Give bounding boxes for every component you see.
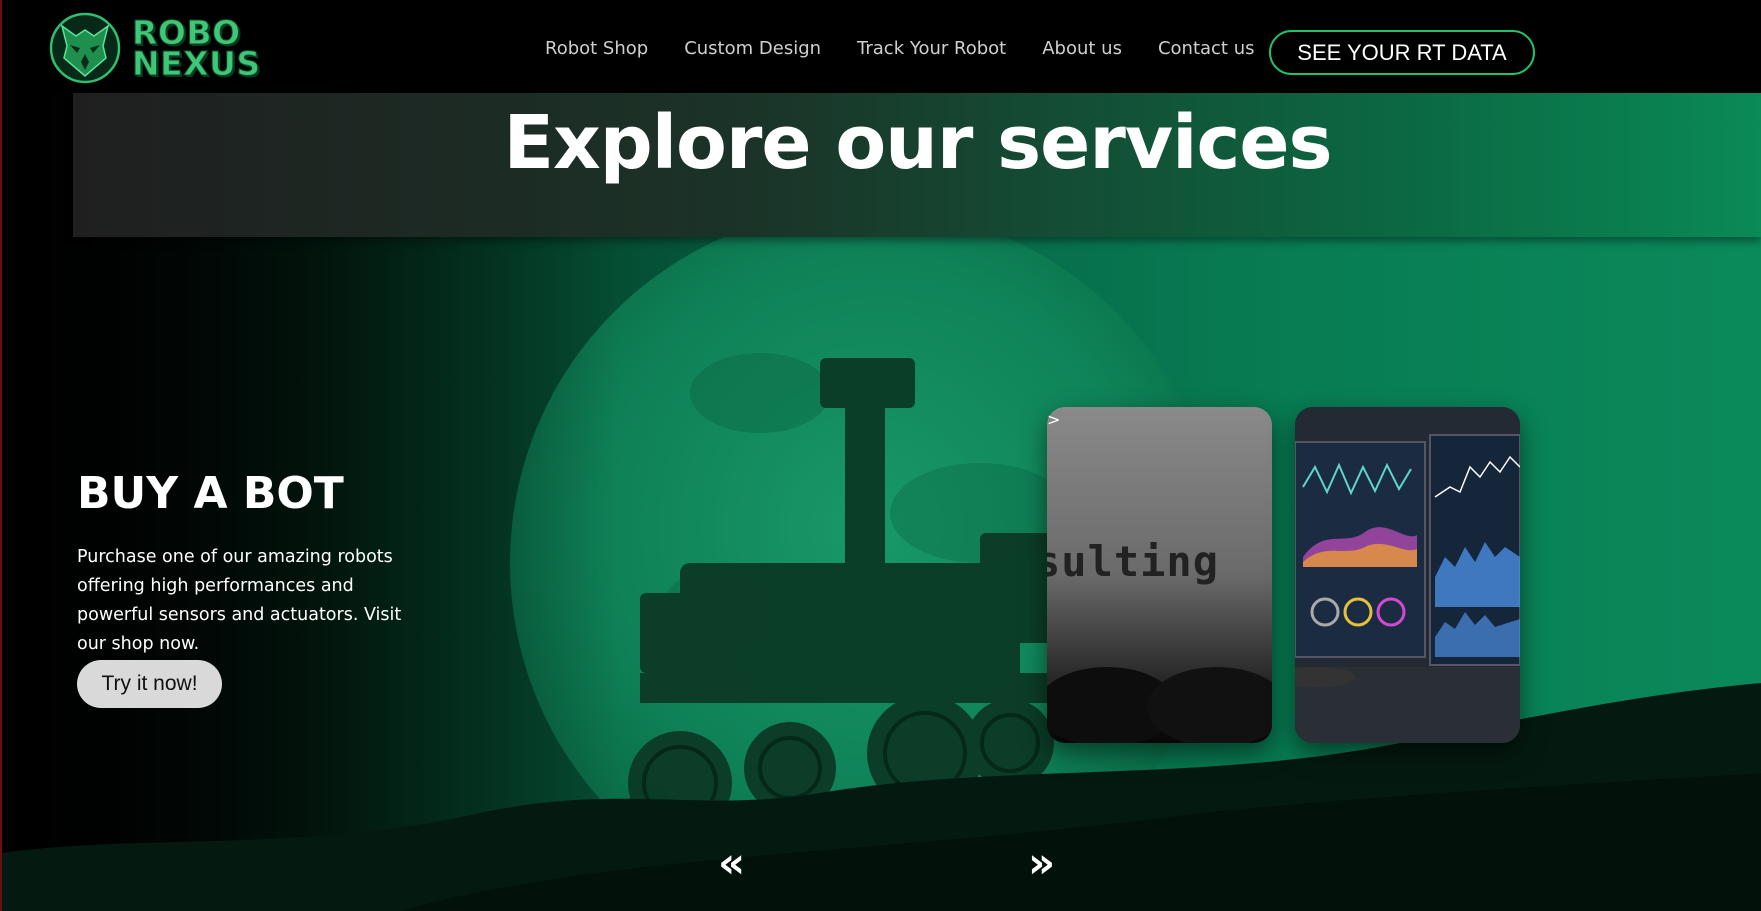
double-chevron-right-icon[interactable]: » <box>1028 842 1055 884</box>
consulting-word: sulting <box>1047 537 1220 586</box>
brand-name: ROBO NEXUS <box>132 16 261 83</box>
try-it-now-button[interactable]: Try it now! <box>77 660 222 708</box>
main-nav: Robot Shop Custom Design Track Your Robo… <box>545 38 1291 59</box>
services-title: Explore our services <box>503 100 1332 186</box>
nav-robot-shop[interactable]: Robot Shop <box>545 38 648 59</box>
window-edge <box>0 0 2 911</box>
nav-contact-us[interactable]: Contact us <box>1158 38 1255 59</box>
card-caret-indicator: > <box>1047 410 1061 429</box>
slide-description: Purchase one of our amazing robots offer… <box>77 547 402 654</box>
double-chevron-left-icon[interactable]: « <box>718 842 745 884</box>
nav-about-us[interactable]: About us <box>1042 38 1122 59</box>
service-card-consulting[interactable]: sulting <box>1047 407 1272 743</box>
service-card-dashboard[interactable] <box>1295 407 1520 743</box>
nav-track-your-robot[interactable]: Track Your Robot <box>857 38 1006 59</box>
nav-custom-design[interactable]: Custom Design <box>684 38 821 59</box>
slide-title: BUY A BOT <box>77 468 344 519</box>
see-rt-data-button[interactable]: SEE YOUR RT DATA <box>1269 30 1535 75</box>
wolf-head-icon <box>49 12 121 84</box>
brand-line-2: NEXUS <box>132 44 261 83</box>
dashboard-image <box>1295 407 1520 743</box>
site-header: ROBO NEXUS Robot Shop Custom Design Trac… <box>0 0 1761 93</box>
brand-logo[interactable]: ROBO NEXUS <box>48 12 261 84</box>
